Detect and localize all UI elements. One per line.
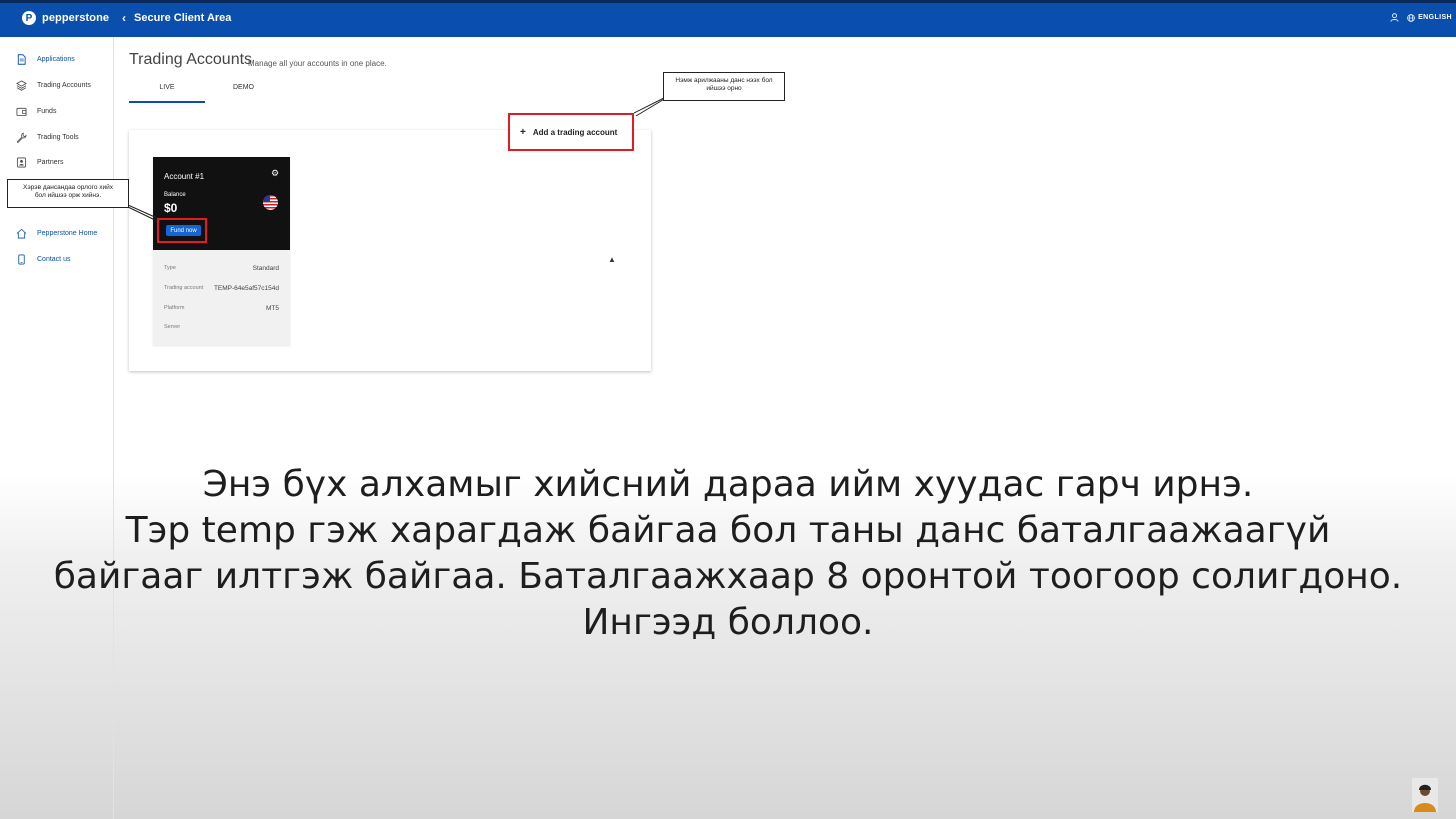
sidebar-item-label: Trading Accounts [37, 82, 91, 89]
id-card-icon [16, 157, 27, 168]
server-label: Server [164, 324, 181, 330]
language-label: ENGLISH [1418, 14, 1452, 21]
balance-label: Balance [164, 192, 186, 198]
wallet-icon [16, 107, 27, 117]
sidebar-item-label: Applications [37, 56, 75, 63]
page-subtitle: Manage all your accounts in one place. [248, 59, 387, 68]
brand-logo[interactable]: P pepperstone [22, 11, 109, 25]
sidebar-link-contact[interactable]: Contact us [16, 254, 70, 265]
sidebar-item-label: Partners [37, 159, 64, 166]
video-caption: Энэ бүх алхамыг хийсний дараа ийм хуудас… [40, 462, 1416, 646]
account-card: Account #1 ⚙ Balance $0 Fund now Type St… [153, 157, 290, 345]
sidebar-item-trading-tools[interactable]: Trading Tools [16, 132, 79, 143]
header-actions: ENGLISH [1390, 13, 1452, 22]
wrench-icon [16, 132, 27, 143]
caption-line: байгааг илтгэж байгаа. Баталгаажхаар 8 о… [53, 556, 1403, 597]
sidebar-item-label: Funds [37, 108, 57, 115]
sidebar-item-trading-accounts[interactable]: Trading Accounts [16, 80, 91, 91]
tab-live[interactable]: LIVE [129, 84, 205, 91]
sidebar-item-applications[interactable]: Applications [16, 54, 75, 65]
user-icon[interactable] [1390, 13, 1399, 22]
tab-demo[interactable]: DEMO [233, 84, 254, 91]
fund-now-button[interactable]: Fund now [166, 225, 201, 236]
callout-leader-lines [127, 97, 667, 222]
add-account-callout: Нэмж арилжааны данс нээх бол ийшээ орно [663, 72, 785, 101]
mouse-cursor-icon: ▲ [608, 255, 616, 264]
language-selector[interactable]: ENGLISH [1407, 13, 1452, 22]
fund-now-highlight: Fund now [157, 218, 207, 243]
area-title: Secure Client Area [134, 12, 232, 24]
sidebar-item-label: Trading Tools [37, 134, 79, 141]
sidebar-link-home[interactable]: Pepperstone Home [16, 228, 97, 239]
brand-name: pepperstone [42, 12, 110, 24]
platform-label: Platform [164, 305, 185, 311]
top-bar: P pepperstone ‹ Secure Client Area ENGLI… [0, 0, 1456, 37]
caption-line: Ингээд боллоо. [582, 602, 874, 643]
caption-line: Тэр temp гэж харагдаж байгаа бол таны да… [125, 510, 1331, 551]
presenter-avatar [1412, 778, 1438, 812]
trading-account-label: Trading account [164, 285, 204, 291]
gear-icon[interactable]: ⚙ [271, 168, 279, 179]
sidebar-link-label: Contact us [37, 256, 71, 263]
phone-icon [18, 254, 25, 265]
type-value: Standard [252, 265, 279, 272]
balance-value: $0 [164, 201, 178, 215]
globe-icon [1407, 13, 1415, 22]
us-flag-icon [263, 195, 278, 210]
home-icon [16, 228, 27, 239]
fund-callout: Хэрэв дансандаа орлого хийх бол ийшээ ор… [7, 179, 129, 208]
sidebar-link-label: Pepperstone Home [37, 230, 98, 237]
add-trading-account-button[interactable]: + Add a trading account [508, 113, 634, 151]
account-card-header: Account #1 ⚙ Balance $0 Fund now [153, 157, 290, 250]
document-icon [17, 54, 26, 65]
pepperstone-logo-icon: P [22, 11, 36, 25]
active-tab-indicator [129, 101, 205, 103]
sidebar-item-funds[interactable]: Funds [16, 106, 56, 117]
layers-icon [16, 80, 27, 91]
account-tabs: LIVE DEMO [129, 84, 309, 104]
back-link[interactable]: ‹ Secure Client Area [122, 11, 231, 25]
page-title: Trading Accounts [129, 51, 253, 68]
caption-line: Энэ бүх алхамыг хийсний дараа ийм хуудас… [202, 464, 1254, 505]
platform-value: MT5 [266, 305, 279, 312]
chevron-left-icon: ‹ [122, 11, 126, 25]
type-label: Type [164, 265, 176, 271]
sidebar: Applications Trading Accounts Funds Trad… [0, 37, 114, 819]
trading-account-value: TEMP-64e5af57c154d [213, 285, 279, 292]
plus-icon: + [520, 126, 526, 138]
add-trading-account-label: Add a trading account [532, 127, 618, 137]
callout-text: Хэрэв дансандаа орлого хийх бол ийшээ ор… [22, 184, 114, 200]
sidebar-item-partners[interactable]: Partners [16, 157, 63, 168]
callout-text: Нэмж арилжааны данс нээх бол ийшээ орно [675, 77, 773, 93]
account-name: Account #1 [164, 172, 205, 181]
